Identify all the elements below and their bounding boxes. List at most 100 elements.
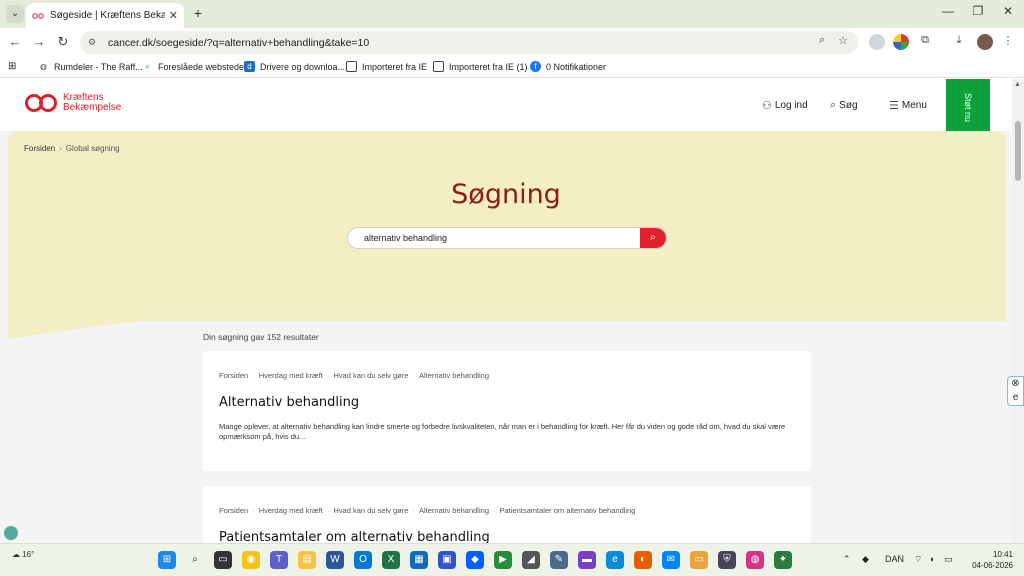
file-explorer-icon[interactable]: ▤ — [298, 551, 316, 569]
new-tab-button[interactable]: + — [189, 5, 207, 23]
breadcrumb-home[interactable]: Forsiden — [24, 144, 55, 153]
reload-button[interactable]: ↻ — [54, 33, 72, 51]
teams-icon[interactable]: T — [270, 551, 288, 569]
site-favicon-icon — [32, 12, 44, 19]
restore-button[interactable]: ❐ — [968, 4, 988, 18]
task-view-icon[interactable]: ▭ — [214, 551, 232, 569]
bookmark-star-icon[interactable]: ☆ — [835, 34, 851, 47]
site-logo[interactable]: Kræftens Bekæmpelse — [24, 93, 121, 113]
taskbar-clock[interactable]: 10:41 04-06-2026 — [965, 549, 1013, 571]
bookmark-item[interactable]: Importeret fra IE — [346, 61, 427, 72]
close-icon[interactable]: ⊗ — [1008, 377, 1023, 391]
bookmark-item[interactable]: f0 Notifikationer — [530, 61, 606, 72]
tab-title: Søgeside | Kræftens Bekæmpelse — [50, 10, 165, 21]
weather-widget[interactable]: ☁ 16° — [12, 550, 34, 559]
windows-taskbar: ☁ 16° ⊞ ⌕ ▭ ◉ T ▤ W O X ▦ ▣ ◆ ▶ ◢ ✎ ▬ e … — [0, 543, 1024, 576]
breadcrumb-current: Global søgning — [65, 144, 120, 153]
search-input[interactable] — [364, 233, 666, 243]
search-icon[interactable]: ⌕ — [186, 551, 204, 569]
search-link[interactable]: ⌕ Søg — [830, 99, 858, 112]
bookmark-item[interactable]: d Drivere og downloa... — [244, 61, 345, 72]
bookmark-item[interactable]: ⌕ Foreslåede websteder — [142, 61, 247, 72]
dell-icon: d — [244, 61, 255, 72]
page-scrollbar[interactable]: ▲ — [1012, 79, 1024, 543]
profile-avatar[interactable] — [977, 34, 993, 50]
tab-search-icon[interactable]: ⌄ — [6, 5, 24, 23]
app-icon[interactable]: ✦ — [774, 551, 792, 569]
extensions-icon[interactable]: ⧉ — [917, 34, 933, 47]
extension-color-icon[interactable] — [893, 34, 909, 50]
page-status-icon[interactable] — [4, 526, 18, 540]
result-breadcrumb: Forsiden · Hverdag med kræft · Hvad kan du s… — [219, 371, 489, 380]
search-icon: ⌕ — [830, 99, 837, 111]
scroll-up-icon[interactable]: ▲ — [1014, 81, 1021, 88]
app-icon[interactable]: ◢ — [522, 551, 540, 569]
result-card[interactable]: Forsiden · Hverdag med kræft · Hvad kan du s… — [203, 351, 811, 471]
outlook-icon[interactable]: O — [354, 551, 372, 569]
hero-curve — [8, 279, 1006, 339]
tab-close-icon[interactable]: ✕ — [169, 9, 178, 22]
back-button[interactable]: ← — [6, 33, 24, 51]
side-widget[interactable]: ⊗ e — [1007, 376, 1024, 406]
cloud-icon: ☁ — [12, 550, 20, 559]
start-icon[interactable]: ⊞ — [158, 551, 176, 569]
bookmark-item[interactable]: ◍ Rumdeler - The Raff... — [38, 61, 143, 72]
messenger-icon[interactable]: ✉ — [662, 551, 680, 569]
browser-menu-icon[interactable]: ⋮ — [1000, 34, 1016, 47]
edge-icon[interactable]: e — [606, 551, 624, 569]
language-indicator[interactable]: DAN — [885, 554, 904, 564]
app-icon[interactable]: ▣ — [438, 551, 456, 569]
result-title[interactable]: Patientsamtaler om alternativ behandling — [219, 530, 490, 543]
edge-icon[interactable]: e — [1008, 391, 1023, 405]
dropbox-icon[interactable]: ◆ — [466, 551, 484, 569]
browser-toolbar: ← → ↻ ⚙ cancer.dk/soegeside/?q=alternati… — [0, 28, 1024, 56]
result-count: Din søgning gav 152 resultater — [203, 332, 319, 342]
app-icon[interactable]: ◍ — [746, 551, 764, 569]
facebook-icon: f — [530, 61, 541, 72]
word-icon[interactable]: W — [326, 551, 344, 569]
download-icon[interactable]: ⤓ — [951, 34, 967, 47]
app-icon[interactable]: ▶ — [494, 551, 512, 569]
zoom-icon[interactable]: ⌕ — [814, 34, 830, 47]
wifi-icon[interactable]: ⌔ — [914, 554, 922, 565]
login-link[interactable]: ⚇ Log ind — [762, 99, 808, 112]
logo-text-line2: Bekæmpelse — [63, 102, 122, 113]
donate-button[interactable]: Støt nu — [946, 79, 990, 137]
result-title[interactable]: Alternativ behandling — [219, 395, 359, 410]
chrome-icon[interactable]: ◉ — [242, 551, 260, 569]
search-icon: ⌕ — [145, 62, 150, 71]
result-card[interactable]: Forsiden · Hverdag med kræft · Hvad kan du s… — [203, 486, 811, 543]
scroll-thumb[interactable] — [1015, 121, 1021, 181]
search-submit-button[interactable]: ⌕ — [640, 228, 666, 248]
apps-grid-icon[interactable]: ⊞ — [8, 61, 16, 72]
search-field[interactable]: ⌕ — [347, 227, 667, 249]
excel-icon[interactable]: X — [382, 551, 400, 569]
site-info-icon[interactable]: ⚙ — [88, 37, 100, 49]
bookmark-item[interactable]: Importeret fra IE (1) — [433, 61, 528, 72]
app-icon[interactable]: ▬ — [578, 551, 596, 569]
minimize-button[interactable]: — — [938, 4, 958, 18]
dropbox-tray-icon[interactable]: ◆ — [862, 554, 869, 565]
extension-shield-icon[interactable] — [869, 34, 885, 50]
site-header: Kræftens Bekæmpelse ⚇ Log ind ⌕ Søg ☰ Menu — [0, 79, 1012, 131]
web-page: Kræftens Bekæmpelse ⚇ Log ind ⌕ Søg ☰ Menu … — [0, 79, 1012, 543]
tray-chevron-icon[interactable]: ⌃ — [843, 554, 851, 565]
bookmarks-bar: ⊞ ◍ Rumdeler - The Raff... ⌕ Foreslåede we… — [0, 56, 1024, 78]
close-window-button[interactable]: ✕ — [998, 4, 1018, 18]
menu-link[interactable]: ☰ Menu — [889, 99, 927, 112]
url-text[interactable]: cancer.dk/soegeside/?q=alternativ+behand… — [108, 37, 858, 49]
app-icon[interactable]: ✎ — [550, 551, 568, 569]
breadcrumb: Forsiden › Global søgning — [24, 144, 120, 153]
result-breadcrumb: Forsiden · Hverdag med kræft · Hvad kan du s… — [219, 506, 636, 515]
store-icon[interactable]: ▦ — [410, 551, 428, 569]
logo-mark-icon — [25, 94, 57, 112]
browser-tab-active[interactable]: Søgeside | Kræftens Bekæmpelse ✕ — [26, 3, 184, 28]
battery-icon[interactable]: ▭ — [944, 554, 953, 565]
forward-button[interactable]: → — [30, 33, 48, 51]
volume-icon[interactable]: ◖ — [929, 554, 934, 564]
address-bar[interactable]: ⚙ cancer.dk/soegeside/?q=alternativ+beha… — [80, 31, 858, 54]
breadcrumb-separator-icon: › — [59, 144, 62, 153]
app-icon[interactable]: ▭ — [690, 551, 708, 569]
shield-icon[interactable]: ⛨ — [718, 551, 736, 569]
firefox-icon[interactable]: ◐ — [634, 551, 652, 569]
